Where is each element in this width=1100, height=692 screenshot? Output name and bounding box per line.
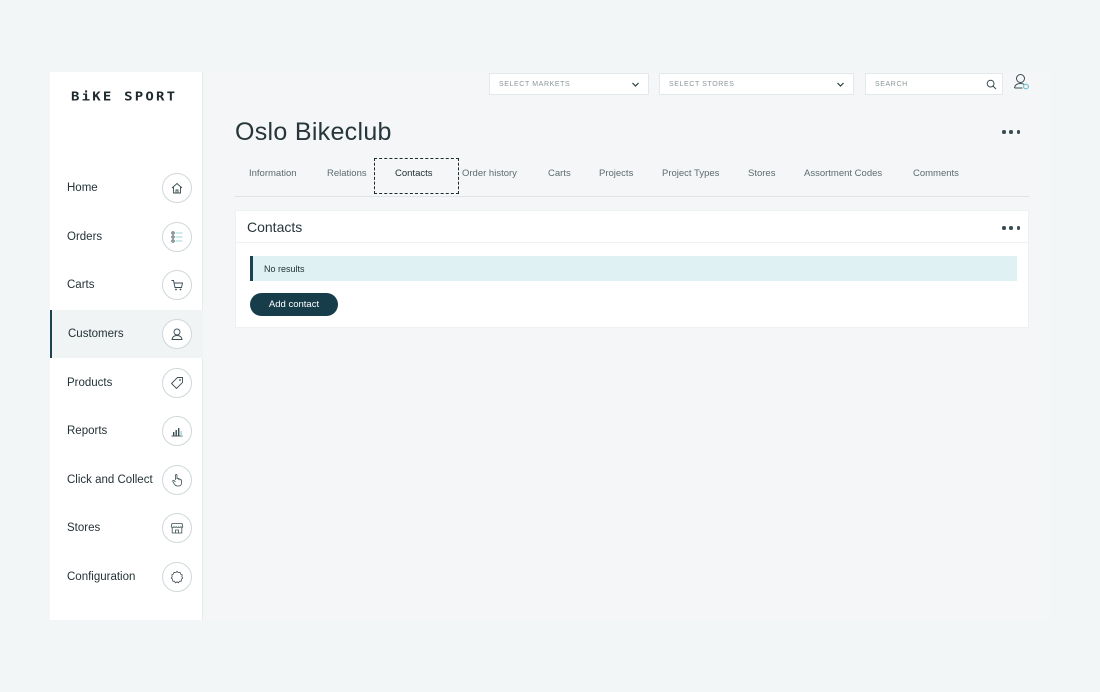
gear-icon [162, 562, 192, 592]
no-results-notice: No results [250, 256, 1017, 281]
no-results-text: No results [264, 263, 305, 274]
customer-tabs: Information Relations Contacts Order histor… [235, 158, 1029, 197]
tab-projects[interactable]: Projects [599, 168, 633, 179]
sidebar-item-click-and-collect[interactable]: Click and Collect [50, 456, 203, 504]
search-placeholder: SEARCH [875, 80, 908, 88]
card-divider [236, 242, 1028, 243]
tab-project-types[interactable]: Project Types [662, 168, 719, 179]
sidebar-item-label: Orders [67, 231, 103, 243]
tab-information[interactable]: Information [249, 168, 297, 179]
sidebar-item-products[interactable]: Products [50, 359, 203, 407]
bar-chart-icon [162, 416, 192, 446]
sidebar-item-home[interactable]: Home [50, 164, 203, 212]
tab-stores[interactable]: Stores [748, 168, 775, 179]
account-icon[interactable] [1012, 72, 1032, 92]
sidebar-item-configuration[interactable]: Configuration [50, 553, 203, 601]
sidebar-item-label: Reports [67, 425, 108, 437]
search-icon[interactable] [986, 79, 997, 90]
page-title: Oslo Bikeclub [235, 118, 392, 146]
sidebar-item-label: Home [67, 182, 98, 194]
sidebar-item-stores[interactable]: Stores [50, 504, 203, 552]
hand-pointer-icon [162, 465, 192, 495]
list-icon [162, 222, 192, 252]
contacts-card: Contacts No results Add contact [235, 210, 1029, 328]
user-icon [162, 319, 192, 349]
sidebar-item-label: Customers [68, 328, 124, 340]
card-more-options-icon[interactable] [1002, 224, 1020, 232]
search-input[interactable]: SEARCH [865, 73, 1003, 95]
tab-assortment-codes[interactable]: Assortment Codes [804, 168, 882, 179]
tab-comments[interactable]: Comments [913, 168, 959, 179]
tag-icon [162, 368, 192, 398]
app-window: BiKE SPORT Home Orders Carts Customers P… [50, 72, 1050, 620]
chevron-down-icon [631, 80, 640, 89]
sidebar-item-reports[interactable]: Reports [50, 407, 203, 455]
add-contact-button[interactable]: Add contact [250, 293, 338, 316]
sidebar-item-label: Click and Collect [67, 474, 153, 486]
sidebar-item-carts[interactable]: Carts [50, 261, 203, 309]
markets-select-placeholder: SELECT MARKETS [499, 80, 571, 88]
storefront-icon [162, 513, 192, 543]
sidebar-item-label: Stores [67, 522, 101, 534]
sidebar-item-label: Configuration [67, 571, 136, 583]
markets-select[interactable]: SELECT MARKETS [489, 73, 649, 95]
sidebar-item-label: Products [67, 377, 113, 389]
brand-logo[interactable]: BiKE SPORT [71, 90, 177, 104]
home-icon [162, 173, 192, 203]
contacts-card-title: Contacts [247, 219, 303, 235]
page-more-options-icon[interactable] [1002, 128, 1020, 136]
sidebar: BiKE SPORT Home Orders Carts Customers P… [50, 72, 203, 620]
tab-carts[interactable]: Carts [548, 168, 571, 179]
tab-order-history[interactable]: Order history [462, 168, 517, 179]
cart-icon [162, 270, 192, 300]
sidebar-item-customers[interactable]: Customers [50, 310, 203, 358]
sidebar-item-orders[interactable]: Orders [50, 213, 203, 261]
chevron-down-icon [836, 80, 845, 89]
stores-select[interactable]: SELECT STORES [659, 73, 854, 95]
tab-relations[interactable]: Relations [327, 168, 367, 179]
stores-select-placeholder: SELECT STORES [669, 80, 735, 88]
tab-focus-ring [374, 158, 459, 194]
sidebar-item-label: Carts [67, 279, 95, 291]
